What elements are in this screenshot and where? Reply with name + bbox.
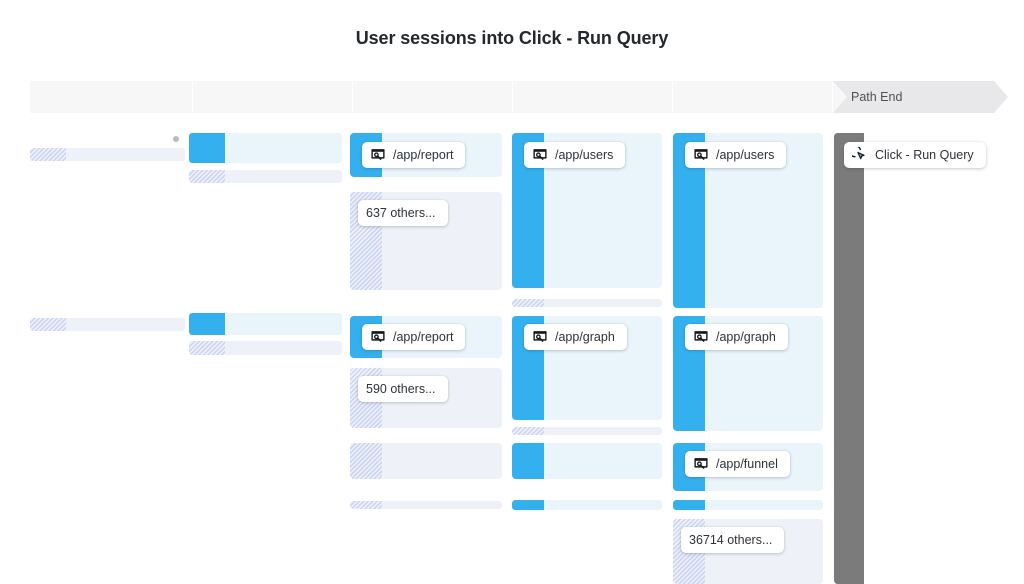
column-4-strip-1[interactable] bbox=[512, 299, 662, 307]
node-volume-bar bbox=[512, 443, 544, 479]
strip-volume-bar bbox=[673, 500, 705, 510]
node-label-text: /app/graph bbox=[555, 329, 615, 344]
strip-volume-bar bbox=[350, 501, 382, 509]
column-2-strip-1[interactable] bbox=[189, 133, 342, 163]
node-app-report-2-label-pill[interactable]: /app/report bbox=[362, 324, 466, 350]
strip-volume-bar bbox=[512, 299, 544, 307]
node-click-run-query-label-pill[interactable]: Click - Run Query bbox=[844, 142, 986, 168]
strip-volume-bar bbox=[30, 318, 66, 331]
strip-volume-bar bbox=[512, 500, 544, 510]
node-unlabeled-2[interactable] bbox=[512, 443, 662, 479]
pageview-icon bbox=[370, 147, 386, 163]
overflow-dot bbox=[173, 136, 179, 142]
sankey-path-explorer: User sessions into Click - Run Query Pat… bbox=[0, 0, 1024, 584]
node-label-text: /app/users bbox=[555, 147, 614, 162]
pageview-icon bbox=[693, 147, 709, 163]
node-label-text: /app/report bbox=[393, 329, 454, 344]
node-36714-others-label-pill[interactable]: 36714 others... bbox=[681, 527, 785, 553]
strip-volume-bar bbox=[189, 313, 225, 335]
click-cursor-icon bbox=[852, 147, 868, 163]
column-3-strip-1[interactable] bbox=[350, 501, 502, 509]
node-label-text: /app/funnel bbox=[716, 456, 778, 471]
pageview-icon bbox=[693, 456, 709, 472]
strip-volume-bar bbox=[189, 170, 225, 183]
strip-volume-bar bbox=[189, 341, 225, 355]
strip-volume-bar bbox=[189, 133, 225, 163]
strip-volume-bar bbox=[512, 427, 544, 435]
node-label-text: /app/graph bbox=[716, 329, 776, 344]
column-2-strip-4[interactable] bbox=[189, 341, 342, 355]
node-app-users-1-label-pill[interactable]: /app/users bbox=[524, 142, 626, 168]
node-click-run-query[interactable] bbox=[834, 133, 864, 584]
column-2-strip-3[interactable] bbox=[189, 313, 342, 335]
node-app-report-1-label-pill[interactable]: /app/report bbox=[362, 142, 466, 168]
column-1-strip-2[interactable] bbox=[30, 318, 185, 331]
node-label-text: /app/users bbox=[716, 147, 775, 162]
node-app-graph-2-label-pill[interactable]: /app/graph bbox=[685, 324, 788, 350]
node-app-graph-1-label-pill[interactable]: /app/graph bbox=[524, 324, 627, 350]
node-app-funnel-label-pill[interactable]: /app/funnel bbox=[685, 451, 790, 477]
pageview-icon bbox=[532, 329, 548, 345]
node-label-text: 590 others... bbox=[366, 381, 436, 396]
column-4-strip-3[interactable] bbox=[512, 500, 662, 510]
node-unlabeled-1[interactable] bbox=[350, 443, 502, 479]
node-label-text: Click - Run Query bbox=[875, 147, 974, 162]
node-label-text: 36714 others... bbox=[689, 532, 773, 547]
path-canvas: /app/report 637 others... /app/report 590 o… bbox=[0, 0, 1024, 584]
node-590-others-label-pill[interactable]: 590 others... bbox=[358, 376, 448, 402]
column-4-strip-2[interactable] bbox=[512, 427, 662, 435]
pageview-icon bbox=[370, 329, 386, 345]
node-volume-bar bbox=[834, 133, 864, 584]
node-volume-bar bbox=[350, 443, 382, 479]
strip-volume-bar bbox=[30, 148, 66, 161]
column-5-strip-1[interactable] bbox=[673, 500, 823, 510]
node-app-users-2-label-pill[interactable]: /app/users bbox=[685, 142, 787, 168]
node-637-others-label-pill[interactable]: 637 others... bbox=[358, 200, 448, 226]
node-label-text: /app/report bbox=[393, 147, 454, 162]
column-1-strip-1[interactable] bbox=[30, 148, 185, 161]
node-label-text: 637 others... bbox=[366, 205, 436, 220]
column-2-strip-2[interactable] bbox=[189, 170, 342, 183]
pageview-icon bbox=[693, 329, 709, 345]
pageview-icon bbox=[532, 147, 548, 163]
